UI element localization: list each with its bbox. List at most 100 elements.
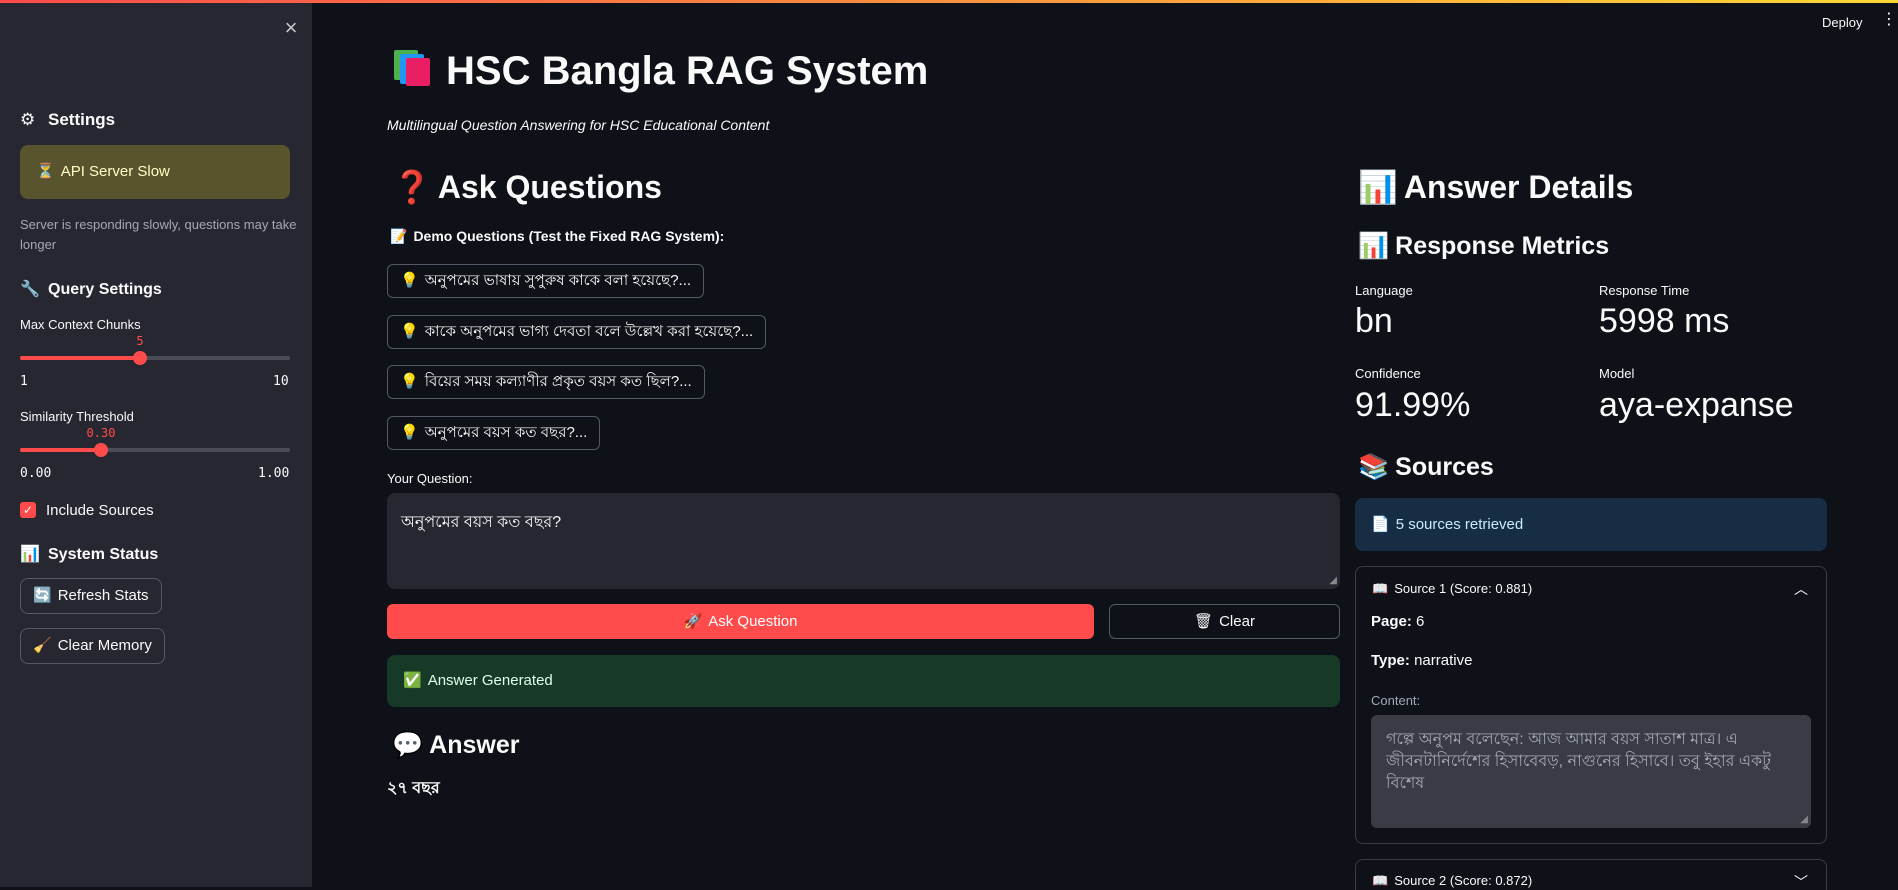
sources-info-text: 5 sources retrieved [1395,516,1524,533]
system-status-title: System Status [48,546,159,563]
demo-question-button[interactable]: 💡 কাকে অনুপমের ভাগ্য দেবতা বলে উল্লেখ করা… [387,315,767,349]
broom-icon: 🧹 [33,637,52,654]
sources-info-alert: 📄 5 sources retrieved [1355,498,1827,551]
refresh-icon: 🔄 [33,587,52,604]
gear-icon: ⚙ [20,110,36,129]
question-input[interactable]: অনুপমের বয়স কত বছর? ◢ [387,493,1340,589]
ask-questions-title: Ask Questions [437,169,662,205]
answer-details-heading: 📊 Answer Details [1358,168,1633,206]
clear-memory-label: Clear Memory [57,637,152,654]
similarity-slider[interactable]: 0.30 [20,426,290,460]
include-sources-label: Include Sources [46,502,154,519]
lightbulb-icon: 💡 [400,373,419,390]
answer-details-title: Answer Details [1403,169,1634,205]
demo-question-label: অনুপমের বয়স কত বছর?... [424,424,588,441]
rocket-icon: 🚀 [683,613,703,630]
query-settings-heading: 🔧 Query Settings [20,279,162,299]
memo-icon: 📝 [390,228,408,244]
lightbulb-icon: 💡 [400,424,419,441]
clear-label: Clear [1219,613,1255,630]
open-book-icon: 📖 [1372,581,1389,596]
page-title: HSC Bangla RAG System [392,48,928,94]
source-type: Type: narrative [1371,652,1472,669]
hourglass-icon: ⏳ [36,163,55,180]
similarity-label: Similarity Threshold [20,409,134,424]
slider-thumb[interactable] [94,443,108,457]
ask-questions-heading: ❓ Ask Questions [392,168,662,206]
books-icon: 📚 [1358,453,1390,481]
status-warning-alert: ⏳ API Server Slow [20,145,290,199]
sources-title: Sources [1395,453,1494,481]
similarity-min: 0.00 [20,466,52,481]
status-alert-text: API Server Slow [60,163,170,180]
model-metric-value: aya-expanse [1599,386,1794,424]
source-page-value: 6 [1416,613,1425,630]
demo-question-label: কাকে অনুপমের ভাগ্য দেবতা বলে উল্লেখ করা … [424,323,754,340]
query-settings-title: Query Settings [48,281,162,298]
demo-question-label: অনুপমের ভাষায় সুপুরুষ কাকে বলা হয়েছে?.… [424,272,692,289]
settings-title: Settings [48,110,116,129]
ask-question-label: Ask Question [708,613,798,630]
max-chunks-value: 5 [136,334,144,348]
language-metric-value: bn [1355,302,1393,340]
demo-question-button[interactable]: 💡 বিয়ের সময় কল্যাণীর প্রকৃত বয়স কত ছিল… [387,365,705,399]
speech-balloon-icon: 💬 [392,731,424,759]
clear-button[interactable]: 🗑 Clear [1109,604,1340,639]
system-status-heading: 📊 System Status [20,544,158,564]
page-title-text: HSC Bangla RAG System [446,49,929,93]
include-sources-checkbox[interactable]: ✓ [20,502,36,518]
max-chunks-label: Max Context Chunks [20,317,141,332]
demo-questions-title: Demo Questions (Test the Fixed RAG Syste… [413,228,725,244]
answer-title: Answer [429,731,520,759]
slider-thumb[interactable] [133,351,147,365]
success-alert: ✅ Answer Generated [387,655,1340,707]
response-metrics-title: Response Metrics [1395,232,1610,260]
question-mark-icon: ❓ [392,169,432,205]
resize-handle-icon[interactable]: ◢ [1800,815,1808,825]
source-page-label: Page: [1371,613,1412,630]
success-alert-text: Answer Generated [427,672,553,689]
response-time-metric-label: Response Time [1599,283,1690,298]
slider-fill [20,448,101,452]
page-icon: 📄 [1371,516,1390,533]
max-chunks-max: 10 [273,374,289,389]
chevron-up-icon[interactable]: ︿ [1794,579,1808,599]
settings-heading: ⚙ Settings [20,110,115,130]
confidence-metric-value: 91.99% [1355,386,1471,424]
demo-question-label: বিয়ের সময় কল্যাণীর প্রকৃত বয়স কত ছিল?… [424,373,692,390]
sources-heading: 📚 Sources [1358,453,1494,482]
source-expander-header[interactable]: 📖 Source 2 (Score: 0.872) [1372,873,1532,889]
ask-question-button[interactable]: 🚀 Ask Question [387,604,1094,639]
resize-handle-icon[interactable]: ◢ [1329,576,1337,586]
books-icon [394,50,430,86]
answer-text: ২৭ বছর [387,780,440,797]
model-metric-label: Model [1599,366,1635,381]
source-content-label: Content: [1371,693,1421,708]
source-content-textarea[interactable]: গল্পে অনুপম বলেছেন: আজ আমার বয়স সাতাশ ম… [1371,715,1811,828]
open-book-icon: 📖 [1372,873,1389,888]
status-note: Server is responding slowly, questions m… [20,217,297,252]
source-expander-header[interactable]: 📖 Source 1 (Score: 0.881) [1372,581,1532,597]
chevron-down-icon[interactable]: ﹀ [1794,872,1808,890]
demo-question-button[interactable]: 💡 অনুপমের ভাষায় সুপুরুষ কাকে বলা হয়েছে?… [387,264,705,298]
source-type-label: Type: [1371,652,1410,669]
source-expander[interactable]: 📖 Source 1 (Score: 0.881) ︿ Page: 6 Type:… [1355,566,1827,844]
clear-memory-button[interactable]: 🧹 Clear Memory [20,628,165,664]
max-chunks-min: 1 [20,374,28,389]
lightbulb-icon: 💡 [400,272,419,289]
main-menu-icon[interactable]: ⋮ [1881,12,1897,28]
refresh-stats-button[interactable]: 🔄 Refresh Stats [20,578,162,614]
slider-fill [20,356,140,360]
source-type-value: narrative [1414,652,1473,669]
source-content-text: গল্পে অনুপম বলেছেন: আজ আমার বয়স সাতাশ ম… [1386,731,1771,792]
max-chunks-slider[interactable]: 5 [20,334,290,368]
source-expander[interactable]: 📖 Source 2 (Score: 0.872) ﹀ [1355,859,1827,890]
demo-question-button[interactable]: 💡 অনুপমের বয়স কত বছর?... [387,416,601,450]
language-metric-label: Language [1355,283,1413,298]
close-sidebar-icon[interactable]: × [280,17,302,39]
deploy-button[interactable]: Deploy [1822,15,1862,30]
question-input-value: অনুপমের বয়স কত বছর? [401,514,562,531]
similarity-value: 0.30 [86,426,116,440]
demo-questions-heading: 📝 Demo Questions (Test the Fixed RAG Syst… [390,228,724,245]
lightbulb-icon: 💡 [400,323,419,340]
